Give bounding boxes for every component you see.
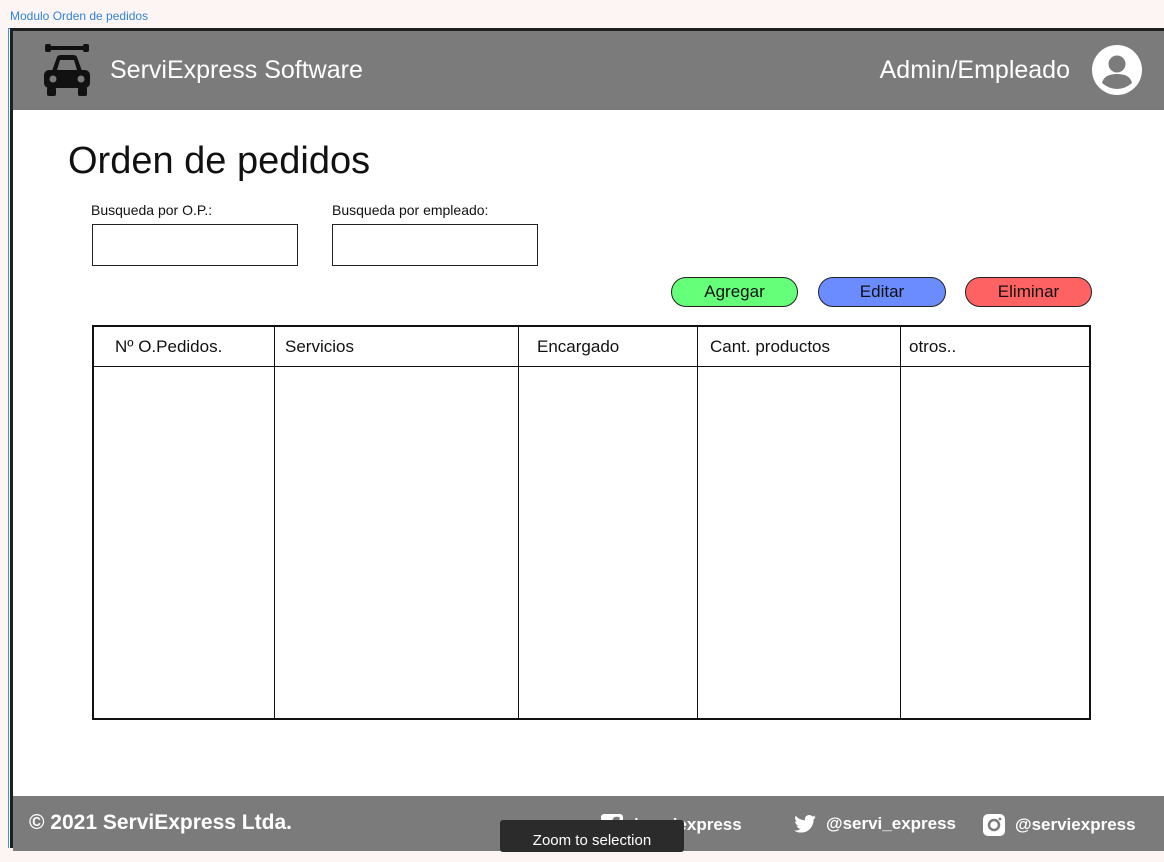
column-divider	[274, 327, 275, 718]
search-employee-label: Busqueda por empleado:	[332, 202, 489, 218]
user-avatar-icon[interactable]	[1092, 45, 1142, 95]
column-header-services[interactable]: Servicios	[285, 327, 354, 366]
column-header-product-count[interactable]: Cant. productos	[710, 327, 830, 366]
header-bar: ServiExpress Software Admin/Empleado	[13, 31, 1164, 110]
instagram-link[interactable]: @serviexpress	[983, 814, 1136, 836]
twitter-link[interactable]: @servi_express	[794, 814, 956, 834]
orders-table: Nº O.Pedidos. Servicios Encargado Cant. …	[92, 325, 1091, 720]
user-role-label[interactable]: Admin/Empleado	[880, 56, 1070, 85]
frame-label: Modulo Orden de pedidos	[10, 9, 149, 23]
column-header-order-number[interactable]: Nº O.Pedidos.	[115, 327, 222, 366]
add-button[interactable]: Agregar	[671, 277, 798, 307]
delete-button[interactable]: Eliminar	[965, 277, 1092, 307]
app-title: ServiExpress Software	[110, 56, 363, 84]
edit-button[interactable]: Editar	[818, 277, 946, 307]
column-header-others[interactable]: otros..	[909, 327, 956, 366]
column-divider	[518, 327, 519, 718]
search-op-label: Busqueda por O.P.:	[91, 202, 213, 218]
car-service-icon	[44, 44, 90, 96]
search-employee-input[interactable]	[332, 224, 538, 266]
app-frame: ServiExpress Software Admin/Empleado Ord…	[10, 28, 1164, 851]
instagram-handle: @serviexpress	[1015, 815, 1136, 834]
zoom-tooltip: Zoom to selection	[500, 820, 684, 852]
column-divider	[697, 327, 698, 718]
page-title: Orden de pedidos	[68, 140, 371, 182]
instagram-icon	[983, 814, 1005, 836]
twitter-handle: @servi_express	[826, 814, 957, 833]
twitter-icon	[794, 815, 816, 833]
selection-outline	[8, 28, 9, 848]
column-divider	[900, 327, 901, 718]
search-op-input[interactable]	[92, 224, 298, 266]
copyright-text: © 2021 ServiExpress Ltda.	[29, 811, 292, 834]
column-header-manager[interactable]: Encargado	[537, 327, 619, 366]
